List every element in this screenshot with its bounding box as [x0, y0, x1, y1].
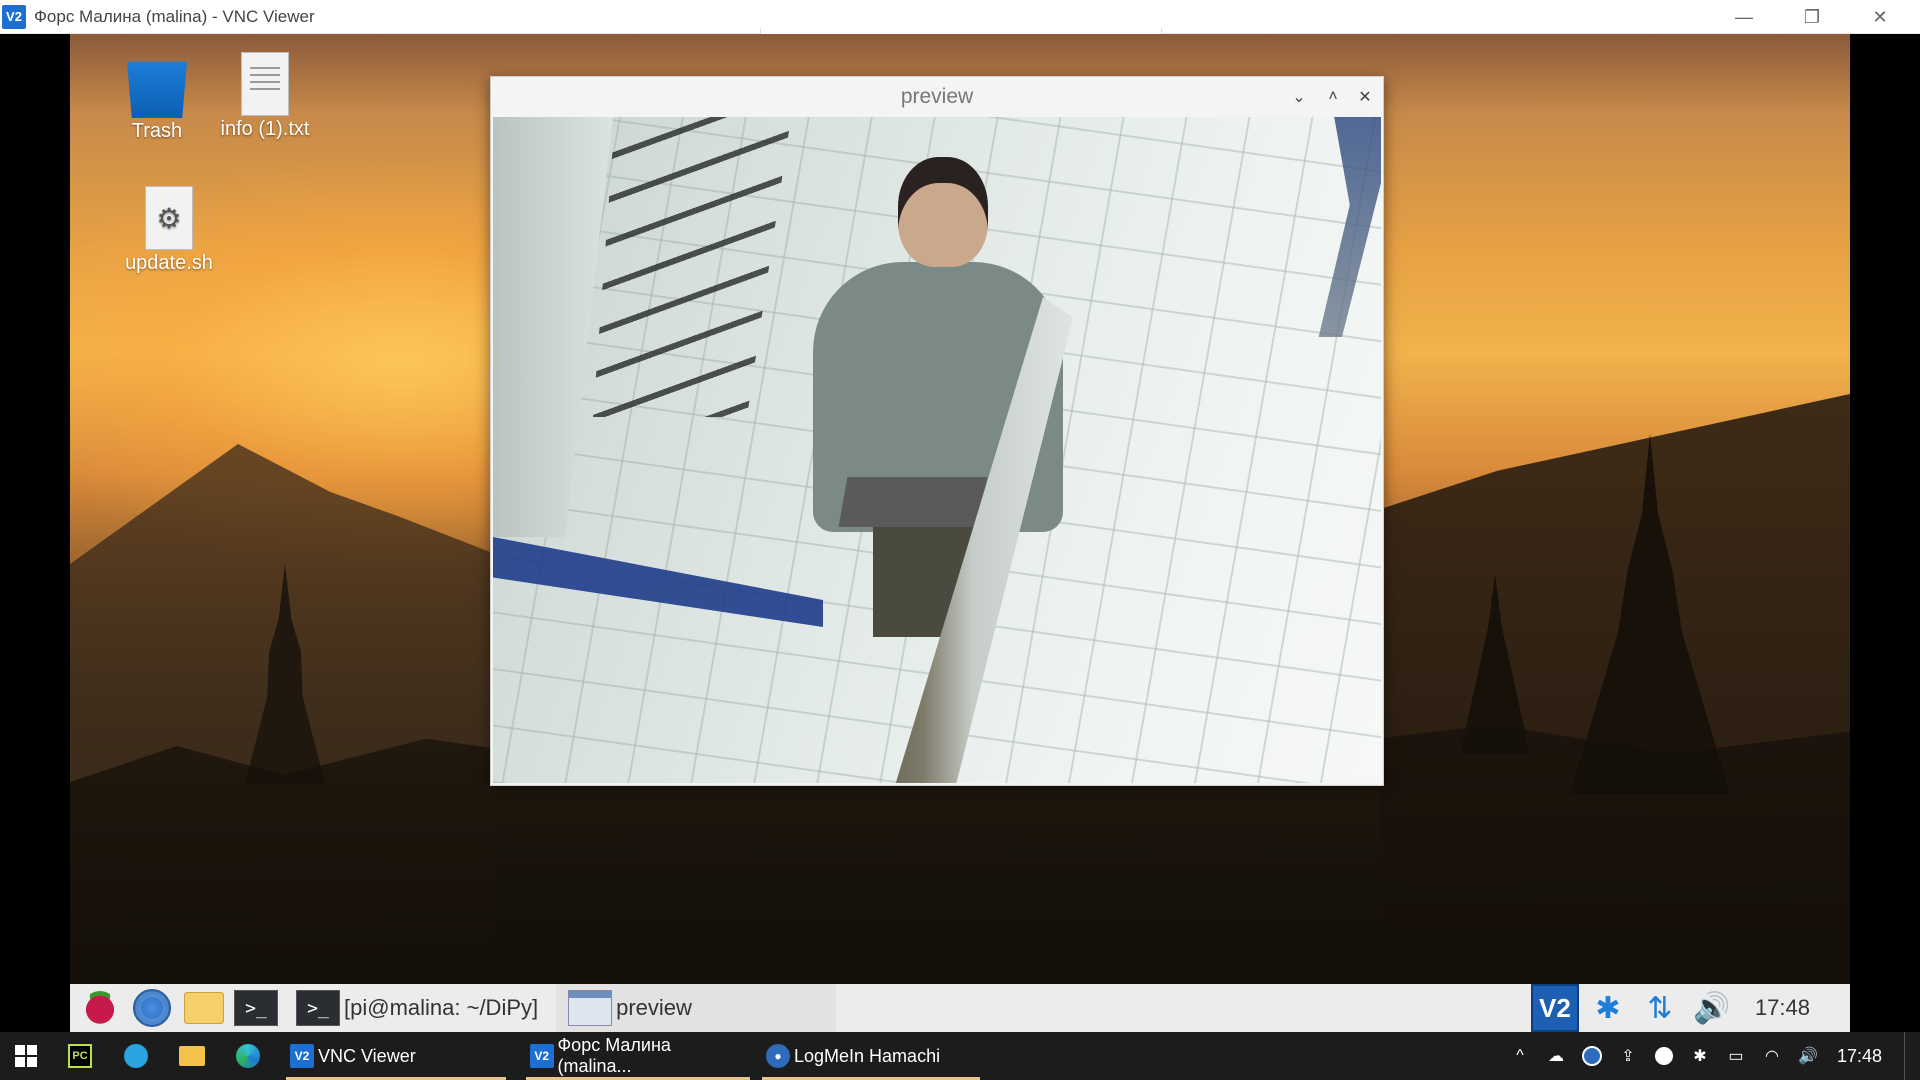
cloud-upload-icon[interactable]: ⇪ — [1617, 1045, 1639, 1067]
terminal-icon: >_ — [296, 990, 340, 1026]
telegram-tray-icon[interactable] — [1653, 1045, 1675, 1067]
terminal-icon: >_ — [234, 990, 278, 1026]
close-icon[interactable]: ✕ — [1353, 85, 1377, 109]
windows-taskbar: PC V2 VNC Viewer V2 Форс Малина (malina.… — [0, 1032, 1920, 1080]
taskbar-app-vnc-viewer[interactable]: V2 VNC Viewer — [282, 1032, 510, 1080]
taskbar-app-label: LogMeIn Hamachi — [794, 1045, 941, 1066]
pi-taskbar: >_ >_ [pi@malina: ~/DiPy] preview V2 ✱ ⇅… — [70, 984, 1850, 1032]
desktop-icon-info-txt[interactable]: info (1).txt — [215, 52, 315, 141]
taskbar-app-hamachi[interactable]: ● LogMeIn Hamachi — [758, 1032, 984, 1080]
pycharm-pin[interactable]: PC — [52, 1032, 108, 1080]
raspberry-pi-icon — [83, 991, 117, 1025]
onedrive-icon[interactable]: ☁ — [1545, 1045, 1567, 1067]
desktop-icon-label: info (1).txt — [220, 118, 310, 140]
vnc-viewer-icon: V2 — [290, 1044, 314, 1068]
desktop-icon-label: Trash — [131, 120, 183, 142]
pi-clock[interactable]: 17:48 — [1755, 995, 1810, 1021]
preview-title: preview — [900, 85, 974, 108]
volume-icon[interactable]: 🔊 — [1689, 985, 1735, 1031]
globe-icon — [133, 989, 171, 1027]
file-manager-launcher[interactable] — [182, 986, 226, 1030]
volume-icon[interactable]: 🔊 — [1797, 1045, 1819, 1067]
remote-view: Trash info (1).txt ⚙ update.sh preview ⌄… — [0, 34, 1920, 1032]
chevron-up-icon[interactable]: ^ — [1509, 1045, 1531, 1067]
pi-tray: V2 ✱ ⇅ 🔊 17:48 — [1530, 984, 1850, 1032]
terminal-launcher[interactable]: >_ — [234, 986, 278, 1030]
browser-launcher[interactable] — [130, 986, 174, 1030]
restore-button[interactable]: ❐ — [1778, 0, 1846, 34]
vnc-viewer-icon: V2 — [2, 4, 26, 29]
vnc-server-icon[interactable]: V2 — [1530, 984, 1579, 1032]
taskbar-app-malina[interactable]: V2 Форс Малина (malina... — [522, 1032, 754, 1080]
laptop — [838, 477, 988, 527]
bluetooth-icon[interactable]: ✱ — [1585, 985, 1631, 1031]
folder-icon — [184, 992, 224, 1024]
vnc-viewer-icon: V2 — [530, 1044, 554, 1068]
task-preview[interactable]: preview — [556, 984, 837, 1032]
preview-titlebar[interactable]: preview ⌄ ˄ ✕ — [491, 77, 1383, 117]
vnc-titlebar: V2 Форс Малина (malina) - VNC Viewer — ❐… — [0, 0, 1920, 38]
desktop-icon-trash[interactable]: Trash — [107, 54, 207, 143]
windows-logo-icon — [15, 1045, 37, 1067]
battery-icon[interactable]: ▭ — [1725, 1045, 1747, 1067]
window-title: Форс Малина (malina) - VNC Viewer — [34, 6, 315, 26]
file-explorer-pin[interactable] — [164, 1032, 220, 1080]
maximize-button[interactable]: ˄ — [1321, 85, 1345, 109]
taskbar-app-label: VNC Viewer — [318, 1045, 416, 1066]
network-icon[interactable]: ⇅ — [1637, 985, 1683, 1031]
telegram-icon — [124, 1044, 148, 1068]
minimize-button[interactable]: — — [1710, 0, 1778, 34]
taskbar-app-label: Форс Малина (malina... — [557, 1035, 671, 1076]
bluetooth-icon[interactable]: ✱ — [1689, 1045, 1711, 1067]
remote-desktop[interactable]: Trash info (1).txt ⚙ update.sh preview ⌄… — [70, 34, 1850, 1032]
folder-icon — [179, 1046, 205, 1066]
start-button[interactable] — [0, 1032, 52, 1080]
hamachi-icon: ● — [766, 1044, 790, 1068]
task-label: [pi@malina: ~/DiPy] — [344, 995, 539, 1020]
trash-icon — [127, 61, 187, 118]
clock[interactable]: 17:48 — [1837, 1046, 1882, 1067]
edge-pin[interactable] — [220, 1032, 276, 1080]
telegram-pin[interactable] — [108, 1032, 164, 1080]
wifi-icon[interactable]: ◠ — [1761, 1045, 1783, 1067]
desktop-icon-update-sh[interactable]: ⚙ update.sh — [119, 186, 219, 275]
script-file-icon: ⚙ — [145, 186, 193, 250]
hamachi-tray-icon[interactable] — [1581, 1045, 1603, 1067]
chevron-down-icon[interactable]: ⌄ — [1287, 85, 1311, 109]
raspberry-menu-button[interactable] — [78, 986, 122, 1030]
window-icon — [568, 990, 613, 1026]
person-head — [898, 157, 988, 267]
system-tray: ^ ☁ ⇪ ✱ ▭ ◠ 🔊 17:48 — [1509, 1032, 1920, 1080]
close-button[interactable]: ✕ — [1846, 0, 1914, 34]
camera-preview-image — [493, 117, 1381, 783]
text-file-icon — [241, 52, 289, 116]
pycharm-icon: PC — [68, 1044, 92, 1068]
desktop-icon-label: update.sh — [125, 252, 213, 274]
task-label: preview — [616, 995, 692, 1020]
preview-window[interactable]: preview ⌄ ˄ ✕ — [490, 76, 1384, 786]
show-desktop-button[interactable] — [1904, 1032, 1910, 1080]
task-terminal[interactable]: >_ [pi@malina: ~/DiPy] — [284, 984, 551, 1032]
edge-icon — [236, 1044, 260, 1068]
